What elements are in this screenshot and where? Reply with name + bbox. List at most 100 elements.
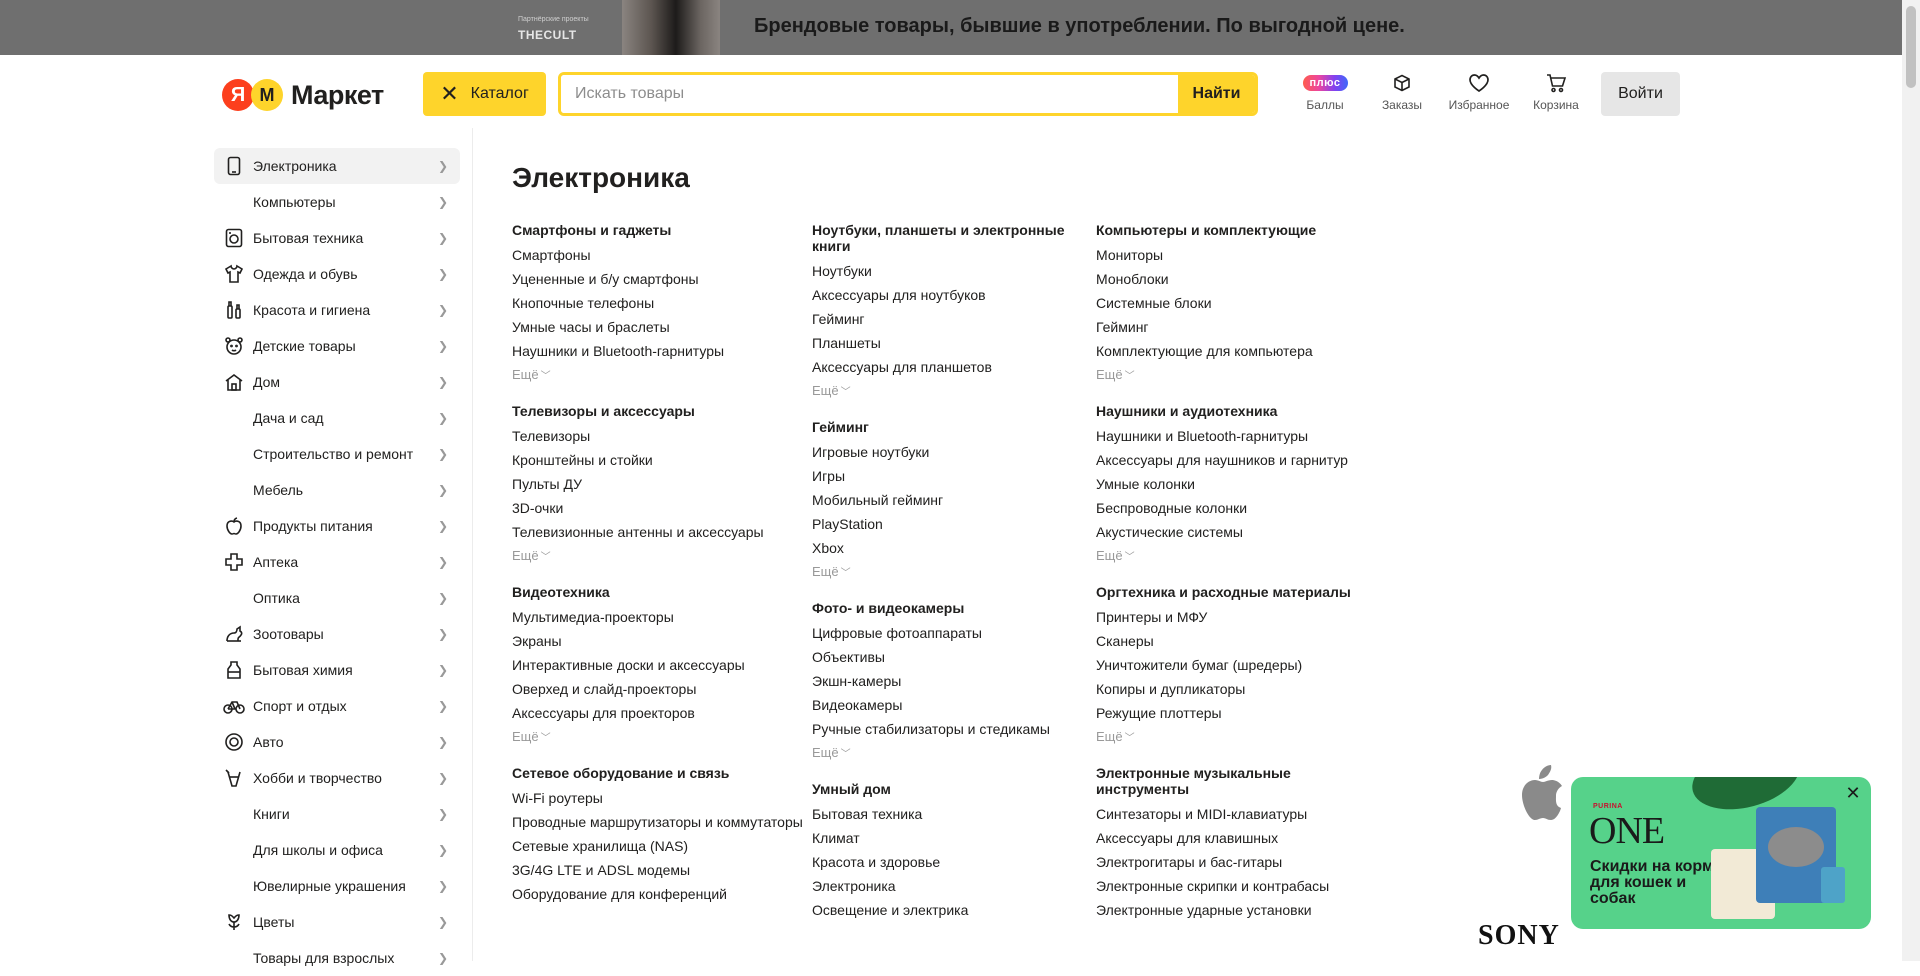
- category-link[interactable]: Системные блоки: [1096, 291, 1386, 315]
- sidebar-item-clothes[interactable]: Одежда и обувь ❯: [214, 256, 460, 292]
- promo-popup[interactable]: PURINA ONE Скидки на корма для кошек и с…: [1571, 777, 1871, 929]
- category-link[interactable]: Принтеры и МФУ: [1096, 605, 1386, 629]
- sidebar-item-appliances[interactable]: Бытовая техника ❯: [214, 220, 460, 256]
- category-group-title[interactable]: Телевизоры и аксессуары: [512, 403, 792, 419]
- category-link[interactable]: Умные колонки: [1096, 472, 1386, 496]
- sidebar-item-food[interactable]: Продукты питания ❯: [214, 508, 460, 544]
- category-link[interactable]: Наушники и Bluetooth-гарнитуры: [1096, 424, 1386, 448]
- category-link[interactable]: Аксессуары для планшетов: [812, 355, 1082, 379]
- category-link[interactable]: Аксессуары для ноутбуков: [812, 283, 1082, 307]
- more-link[interactable]: Ещё ﹀: [1096, 544, 1386, 570]
- sidebar-item-adult[interactable]: Товары для взрослых ❯: [214, 940, 460, 976]
- category-link[interactable]: Уничтожители бумаг (шредеры): [1096, 653, 1386, 677]
- category-link[interactable]: Игровые ноутбуки: [812, 440, 1082, 464]
- sidebar-item-chemicals[interactable]: Бытовая химия ❯: [214, 652, 460, 688]
- category-link[interactable]: Оборудование для конференций: [512, 882, 792, 906]
- category-link[interactable]: Умные часы и браслеты: [512, 315, 792, 339]
- category-link[interactable]: Уцененные и б/у смартфоны: [512, 267, 792, 291]
- category-link[interactable]: Оверхед и слайд-проекторы: [512, 677, 792, 701]
- category-group-title[interactable]: Гейминг: [812, 419, 1082, 435]
- category-group-title[interactable]: Сетевое оборудование и связь: [512, 765, 792, 781]
- category-link[interactable]: Акустические системы: [1096, 520, 1386, 544]
- category-group-title[interactable]: Ноутбуки, планшеты и электронные книги: [812, 222, 1082, 254]
- category-link[interactable]: Телевизоры: [512, 424, 792, 448]
- find-button[interactable]: Найти: [1178, 75, 1255, 113]
- sidebar-item-computers[interactable]: Компьютеры ❯: [214, 184, 460, 220]
- category-link[interactable]: Интерактивные доски и аксессуары: [512, 653, 792, 677]
- category-link[interactable]: PlayStation: [812, 512, 1082, 536]
- category-link[interactable]: Освещение и электрика: [812, 898, 1082, 922]
- category-link[interactable]: Телевизионные антенны и аксессуары: [512, 520, 792, 544]
- sidebar-item-construction[interactable]: Строительство и ремонт ❯: [214, 436, 460, 472]
- category-group-title[interactable]: Электронные музыкальные инструменты: [1096, 765, 1386, 797]
- login-button[interactable]: Войти: [1601, 72, 1680, 116]
- sidebar-item-jewelry[interactable]: Ювелирные украшения ❯: [214, 868, 460, 904]
- category-link[interactable]: Мобильный гейминг: [812, 488, 1082, 512]
- sidebar-item-books[interactable]: Книги ❯: [214, 796, 460, 832]
- category-link[interactable]: Xbox: [812, 536, 1082, 560]
- category-link[interactable]: Беспроводные колонки: [1096, 496, 1386, 520]
- category-link[interactable]: Красота и здоровье: [812, 850, 1082, 874]
- category-group-title[interactable]: Фото- и видеокамеры: [812, 600, 1082, 616]
- category-link[interactable]: Сканеры: [1096, 629, 1386, 653]
- category-link[interactable]: Сетевые хранилища (NAS): [512, 834, 792, 858]
- category-link[interactable]: Игры: [812, 464, 1082, 488]
- sidebar-item-optics[interactable]: Оптика ❯: [214, 580, 460, 616]
- category-link[interactable]: Кронштейны и стойки: [512, 448, 792, 472]
- category-link[interactable]: Электроника: [812, 874, 1082, 898]
- category-link[interactable]: Видеокамеры: [812, 693, 1082, 717]
- category-link[interactable]: Гейминг: [812, 307, 1082, 331]
- more-link[interactable]: Ещё ﹀: [812, 379, 1082, 405]
- category-link[interactable]: Wi-Fi роутеры: [512, 786, 792, 810]
- category-link[interactable]: Экраны: [512, 629, 792, 653]
- sidebar-item-garden[interactable]: Дача и сад ❯: [214, 400, 460, 436]
- more-link[interactable]: Ещё ﹀: [1096, 725, 1386, 751]
- category-link[interactable]: Пульты ДУ: [512, 472, 792, 496]
- category-link[interactable]: Экшн-камеры: [812, 669, 1082, 693]
- category-group-title[interactable]: Компьютеры и комплектующие: [1096, 222, 1386, 238]
- category-link[interactable]: Объективы: [812, 645, 1082, 669]
- sidebar-item-sport[interactable]: Спорт и отдых ❯: [214, 688, 460, 724]
- apple-brand-icon[interactable]: [1512, 762, 1566, 831]
- search-input[interactable]: [561, 75, 1178, 113]
- ad-banner[interactable]: Партнёрские проекты THECULT Брендовые то…: [0, 0, 1902, 55]
- sidebar-item-beauty[interactable]: Красота и гигиена ❯: [214, 292, 460, 328]
- header-favorites[interactable]: Избранное: [1444, 72, 1514, 116]
- more-link[interactable]: Ещё ﹀: [1096, 363, 1386, 389]
- category-group-title[interactable]: Видеотехника: [512, 584, 792, 600]
- category-link[interactable]: Ноутбуки: [812, 259, 1082, 283]
- more-link[interactable]: Ещё ﹀: [512, 363, 792, 389]
- catalog-button[interactable]: ✕ Каталог: [423, 72, 546, 116]
- sidebar-item-pets[interactable]: Зоотовары ❯: [214, 616, 460, 652]
- category-group-title[interactable]: Смартфоны и гаджеты: [512, 222, 792, 238]
- category-link[interactable]: Комплектующие для компьютера: [1096, 339, 1386, 363]
- page-scrollbar[interactable]: [1902, 0, 1920, 961]
- category-link[interactable]: Проводные маршрутизаторы и коммутаторы: [512, 810, 803, 834]
- more-link[interactable]: Ещё ﹀: [812, 741, 1082, 767]
- sidebar-item-kids[interactable]: Детские товары ❯: [214, 328, 460, 364]
- close-icon[interactable]: ✕: [1843, 783, 1863, 803]
- category-link[interactable]: Ручные стабилизаторы и стедикамы: [812, 717, 1082, 741]
- category-group-title[interactable]: Умный дом: [812, 781, 1082, 797]
- sidebar-item-furniture[interactable]: Мебель ❯: [214, 472, 460, 508]
- category-link[interactable]: Кнопочные телефоны: [512, 291, 792, 315]
- sidebar-item-flowers[interactable]: Цветы ❯: [214, 904, 460, 940]
- category-link[interactable]: Аксессуары для наушников и гарнитур: [1096, 448, 1386, 472]
- sidebar-item-auto[interactable]: Авто ❯: [214, 724, 460, 760]
- category-link[interactable]: Моноблоки: [1096, 267, 1386, 291]
- more-link[interactable]: Ещё ﹀: [512, 544, 792, 570]
- category-link[interactable]: Режущие плоттеры: [1096, 701, 1386, 725]
- category-link[interactable]: Наушники и Bluetooth-гарнитуры: [512, 339, 792, 363]
- scrollbar-thumb[interactable]: [1906, 6, 1916, 88]
- sidebar-item-pharmacy[interactable]: Аптека ❯: [214, 544, 460, 580]
- market-logo[interactable]: Я М Маркет: [222, 78, 384, 112]
- category-link[interactable]: Синтезаторы и MIDI-клавиатуры: [1096, 802, 1386, 826]
- category-link[interactable]: Мультимедиа-проекторы: [512, 605, 792, 629]
- category-group-title[interactable]: Оргтехника и расходные материалы: [1096, 584, 1386, 600]
- category-link[interactable]: Бытовая техника: [812, 802, 1082, 826]
- sony-brand-logo[interactable]: SONY: [1478, 920, 1560, 952]
- sidebar-item-hobby[interactable]: Хобби и творчество ❯: [214, 760, 460, 796]
- category-link[interactable]: 3G/4G LTE и ADSL модемы: [512, 858, 792, 882]
- category-link[interactable]: Смартфоны: [512, 243, 792, 267]
- header-orders[interactable]: Заказы: [1367, 72, 1437, 116]
